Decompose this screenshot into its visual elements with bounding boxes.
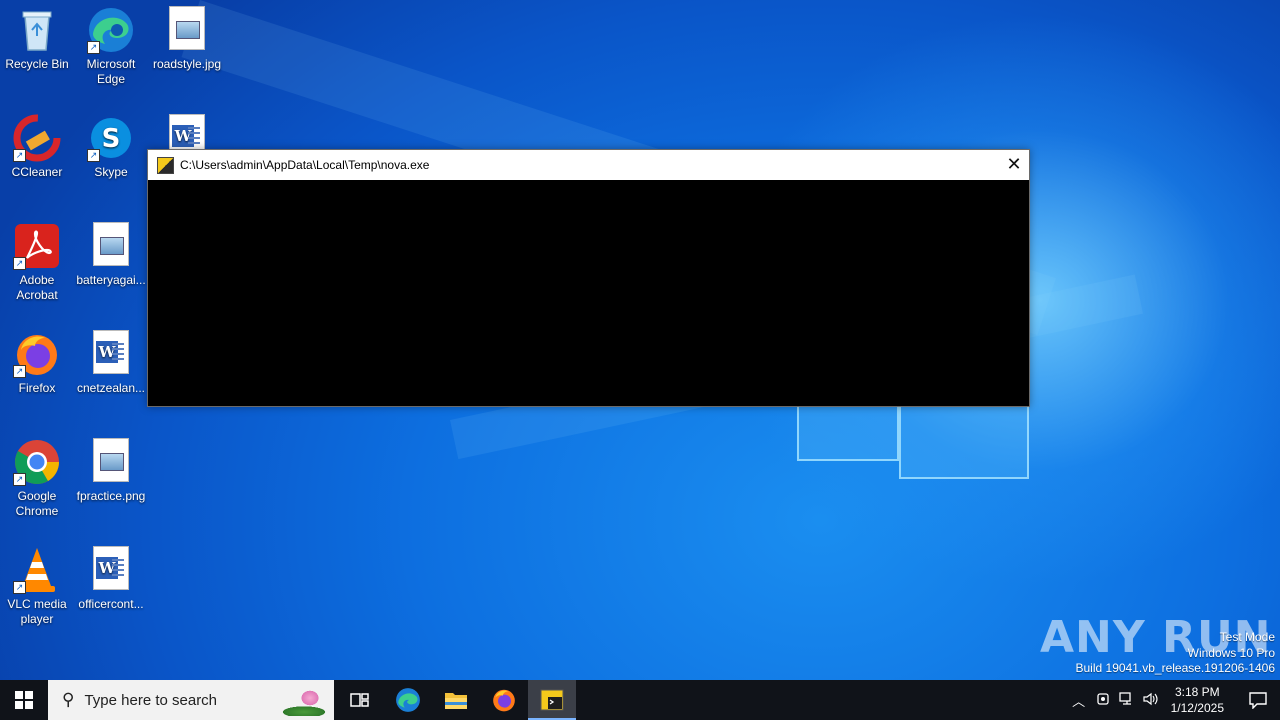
image-file-icon bbox=[87, 438, 135, 486]
shortcut-arrow-icon: ↗ bbox=[13, 365, 26, 378]
desktop: Recycle Bin ↗ CCleaner ↗ Adobe Acrobat ↗… bbox=[0, 0, 1280, 680]
taskbar-edge-button[interactable] bbox=[384, 680, 432, 720]
desktop-icon-ccleaner[interactable]: ↗ CCleaner bbox=[0, 108, 74, 180]
vlc-cone-icon: ↗ bbox=[13, 546, 61, 594]
desktop-icon-microsoft-edge[interactable]: ↗ Microsoft Edge bbox=[74, 0, 148, 87]
taskbar-firefox-button[interactable] bbox=[480, 680, 528, 720]
desktop-icon-vlc[interactable]: ↗ VLC media player bbox=[0, 540, 74, 627]
volume-icon[interactable] bbox=[1139, 692, 1163, 709]
word-document-icon: W bbox=[87, 330, 135, 378]
shortcut-arrow-icon: ↗ bbox=[87, 41, 100, 54]
recycle-bin-icon bbox=[13, 6, 61, 54]
desktop-icon-roadstyle[interactable]: roadstyle.jpg bbox=[150, 0, 224, 72]
firefox-icon bbox=[493, 689, 515, 712]
desktop-icon-label: Microsoft Edge bbox=[86, 57, 136, 86]
desktop-icon-firefox[interactable]: ↗ Firefox bbox=[0, 324, 74, 396]
image-file-icon bbox=[87, 222, 135, 270]
task-view-button[interactable] bbox=[336, 680, 384, 720]
desktop-icon-google-chrome[interactable]: ↗ Google Chrome bbox=[0, 432, 74, 519]
console-window[interactable]: C:\Users\admin\AppData\Local\Temp\nova.e… bbox=[147, 149, 1030, 407]
close-icon: ✕ bbox=[1006, 154, 1022, 175]
desktop-icon-skype[interactable]: S ↗ Skype bbox=[74, 108, 148, 180]
taskbar: ⚲ Type here to search ︿ 3:18 PM 1/12/202… bbox=[0, 680, 1280, 720]
word-document-icon: W bbox=[87, 546, 135, 594]
desktop-icon-fpractice[interactable]: fpractice.png bbox=[74, 432, 148, 504]
desktop-icon-label: Adobe Acrobat bbox=[16, 273, 58, 302]
firefox-icon: ↗ bbox=[13, 330, 61, 378]
edge-icon: ↗ bbox=[87, 6, 135, 54]
desktop-icon-label: officercont... bbox=[78, 597, 144, 611]
desktop-icon-label: cnetzealan... bbox=[76, 381, 146, 395]
image-file-icon bbox=[163, 6, 211, 54]
desktop-icon-label: Google Chrome bbox=[15, 489, 59, 518]
folder-icon bbox=[445, 693, 467, 709]
desktop-icon-label: CCleaner bbox=[11, 165, 63, 179]
edge-icon bbox=[396, 688, 420, 712]
action-center-button[interactable] bbox=[1236, 680, 1280, 720]
console-output-area[interactable] bbox=[148, 180, 1029, 405]
windows-build-info: Test Mode Windows 10 Pro Build 19041.vb_… bbox=[1076, 630, 1276, 677]
search-placeholder: Type here to search bbox=[84, 691, 218, 709]
taskbar-search-box[interactable]: ⚲ Type here to search bbox=[48, 680, 334, 720]
desktop-icon-label: roadstyle.jpg bbox=[152, 57, 222, 71]
search-highlight-lotus-icon bbox=[264, 686, 330, 716]
device-icon[interactable] bbox=[1091, 692, 1115, 709]
chevron-up-icon[interactable]: ︿ bbox=[1067, 691, 1091, 710]
ccleaner-icon: ↗ bbox=[13, 114, 61, 162]
task-view-icon bbox=[350, 693, 369, 707]
desktop-icon-label: Firefox bbox=[18, 381, 56, 395]
desktop-icon-officercont[interactable]: W officercont... bbox=[74, 540, 148, 612]
desktop-icon-label: batteryagai... bbox=[76, 273, 146, 287]
skype-icon: S ↗ bbox=[87, 114, 135, 162]
desktop-icon-adobe-acrobat[interactable]: ↗ Adobe Acrobat bbox=[0, 216, 74, 303]
clock-time: 3:18 PM bbox=[1174, 685, 1220, 699]
close-button[interactable]: ✕ bbox=[999, 150, 1029, 180]
svg-text:S: S bbox=[102, 124, 121, 154]
test-mode-label: Test Mode bbox=[1219, 630, 1275, 644]
system-tray: ︿ 3:18 PM 1/12/2025 bbox=[1067, 680, 1280, 720]
shortcut-arrow-icon: ↗ bbox=[13, 149, 26, 162]
adobe-acrobat-icon: ↗ bbox=[13, 222, 61, 270]
desktop-icon-recycle-bin[interactable]: Recycle Bin bbox=[0, 0, 74, 72]
desktop-icon-batteryagai[interactable]: batteryagai... bbox=[74, 216, 148, 288]
start-button[interactable] bbox=[0, 680, 48, 720]
windows-logo-icon bbox=[15, 691, 33, 709]
shortcut-arrow-icon: ↗ bbox=[13, 581, 26, 594]
google-chrome-icon: ↗ bbox=[13, 438, 61, 486]
search-icon: ⚲ bbox=[62, 690, 75, 709]
shortcut-arrow-icon: ↗ bbox=[87, 149, 100, 162]
desktop-icon-label: VLC media player bbox=[7, 597, 67, 626]
desktop-icon-cnetzealan[interactable]: W cnetzealan... bbox=[74, 324, 148, 396]
notification-icon bbox=[1249, 692, 1267, 709]
console-app-icon bbox=[157, 156, 174, 174]
taskbar-file-explorer-button[interactable] bbox=[432, 680, 480, 720]
taskbar-clock[interactable]: 3:18 PM 1/12/2025 bbox=[1171, 684, 1224, 716]
wallpaper-window-pane bbox=[899, 405, 1029, 479]
console-title: C:\Users\admin\AppData\Local\Temp\nova.e… bbox=[180, 158, 430, 172]
build-label: Build 19041.vb_release.191206-1406 bbox=[1075, 661, 1276, 675]
shortcut-arrow-icon: ↗ bbox=[13, 257, 26, 270]
taskbar-nova-console-button[interactable] bbox=[528, 680, 576, 720]
edition-label: Windows 10 Pro bbox=[1187, 645, 1275, 660]
wallpaper-window-pane bbox=[797, 405, 899, 461]
shortcut-arrow-icon: ↗ bbox=[13, 473, 26, 486]
console-titlebar[interactable]: C:\Users\admin\AppData\Local\Temp\nova.e… bbox=[148, 150, 1029, 180]
desktop-icon-label: Skype bbox=[94, 165, 128, 179]
clock-date: 1/12/2025 bbox=[1170, 701, 1224, 715]
console-app-icon bbox=[540, 689, 564, 711]
desktop-icon-label: fpractice.png bbox=[76, 489, 146, 503]
desktop-icon-label: Recycle Bin bbox=[5, 57, 69, 71]
network-icon[interactable] bbox=[1115, 691, 1139, 709]
